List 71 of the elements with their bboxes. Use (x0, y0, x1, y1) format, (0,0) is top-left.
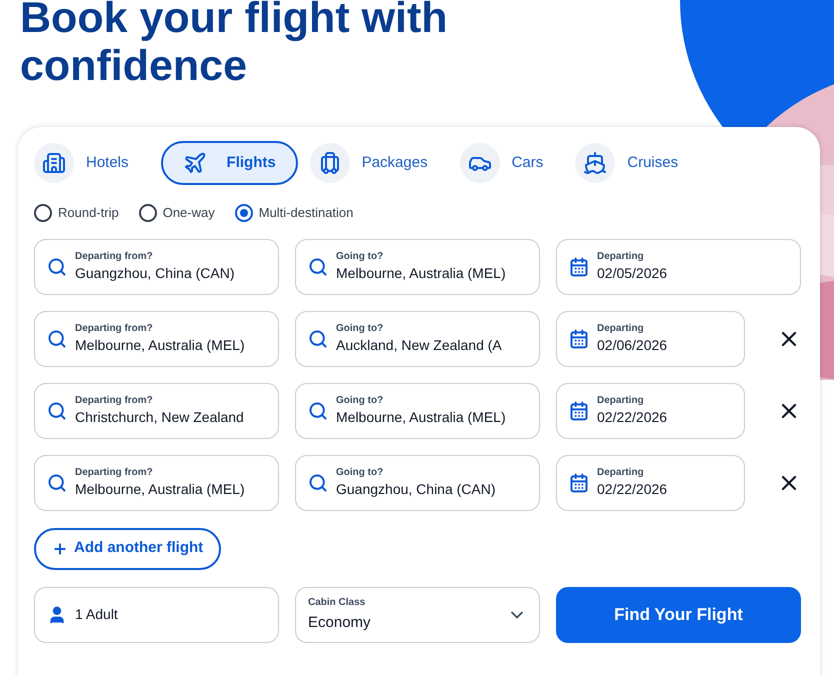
cabin-class-select[interactable]: Cabin Class Economy (295, 586, 540, 642)
page-heading: Book your flight with confidence (20, 0, 449, 90)
field-value: Auckland, New Zealand (A (336, 337, 502, 354)
search-icon (308, 400, 328, 420)
destination-field[interactable]: Going to? Guangzhou, China (CAN) (295, 454, 540, 510)
date-field[interactable]: Departing 02/05/2026 (556, 238, 801, 294)
field-value: Melbourne, Australia (MEL) (336, 265, 506, 282)
radio-button[interactable] (138, 204, 157, 222)
search-icon (47, 472, 67, 492)
ship-icon (583, 151, 608, 175)
field-label: Going to? (336, 322, 384, 335)
search-icon (47, 256, 67, 276)
category-tab[interactable]: Packages (310, 141, 448, 185)
field-label: Departing (597, 394, 644, 407)
field-label: Departing from? (75, 250, 153, 263)
field-value: Christchurch, New Zealand (75, 409, 244, 426)
airplane-icon (182, 151, 207, 175)
category-tab[interactable]: Cruises (575, 141, 698, 185)
travelers-field[interactable]: 1 Adult (34, 586, 279, 642)
field-label: Departing (597, 322, 644, 335)
field-label: Departing from? (75, 466, 153, 479)
search-icon (47, 400, 67, 420)
find-flight-button[interactable]: Find Your Flight (556, 586, 801, 642)
calendar-icon (569, 256, 589, 276)
field-value: Melbourne, Australia (MEL) (75, 481, 245, 498)
field-label: Departing from? (75, 322, 153, 335)
field-label: Departing (597, 466, 644, 479)
calendar-icon (569, 472, 589, 492)
field-label: Departing (597, 250, 644, 263)
search-icon (308, 472, 328, 492)
travelers-value: 1 Adult (75, 605, 118, 624)
field-value: 02/22/2026 (597, 481, 668, 498)
calendar-icon (569, 400, 589, 420)
field-value: 02/06/2026 (597, 337, 668, 354)
calendar-icon (569, 328, 589, 348)
plus-icon (52, 540, 68, 556)
origin-field[interactable]: Departing from? Melbourne, Australia (MEL) (34, 454, 279, 510)
cabin-class-value: Economy (308, 612, 371, 633)
field-label: Going to? (336, 466, 384, 479)
origin-field[interactable]: Departing from? Guangzhou, China (CAN) (34, 238, 279, 294)
field-label: Going to? (336, 250, 384, 263)
building-icon (42, 151, 66, 175)
field-value: Guangzhou, China (CAN) (75, 265, 235, 282)
date-field[interactable]: Departing 02/22/2026 (556, 382, 745, 438)
radio-button[interactable] (234, 204, 253, 222)
date-field[interactable]: Departing 02/06/2026 (556, 310, 745, 366)
category-tab[interactable]: Hotels (34, 141, 149, 185)
search-icon (47, 328, 67, 348)
field-value: Melbourne, Australia (MEL) (336, 409, 506, 426)
destination-field[interactable]: Going to? Melbourne, Australia (MEL) (295, 238, 540, 294)
add-flight-button[interactable]: Add another flight (34, 528, 222, 570)
category-tab[interactable]: Cars (460, 141, 564, 185)
field-value: 02/22/2026 (597, 409, 668, 426)
radio-label: Multi-destination (258, 204, 354, 222)
category-tab[interactable]: Flights (160, 141, 298, 185)
field-label: Cabin Class (308, 596, 366, 610)
radio-button[interactable] (34, 204, 52, 222)
radio-label: Round-trip (58, 204, 119, 222)
destination-field[interactable]: Going to? Auckland, New Zealand (A (295, 310, 540, 366)
field-value: Melbourne, Australia (MEL) (75, 337, 245, 354)
field-value: Guangzhou, China (CAN) (336, 481, 496, 498)
field-label: Departing from? (75, 394, 153, 407)
search-icon (308, 256, 328, 276)
origin-field[interactable]: Departing from? Melbourne, Australia (MEL) (34, 310, 279, 366)
destination-field[interactable]: Going to? Melbourne, Australia (MEL) (295, 382, 540, 438)
radio-label: One-way (162, 204, 215, 222)
origin-field[interactable]: Departing from? Christchurch, New Zealand (34, 382, 279, 438)
date-field[interactable]: Departing 02/22/2026 (556, 454, 745, 510)
field-label: Going to? (336, 394, 384, 407)
search-icon (308, 328, 328, 348)
field-value: 02/05/2026 (597, 265, 668, 282)
